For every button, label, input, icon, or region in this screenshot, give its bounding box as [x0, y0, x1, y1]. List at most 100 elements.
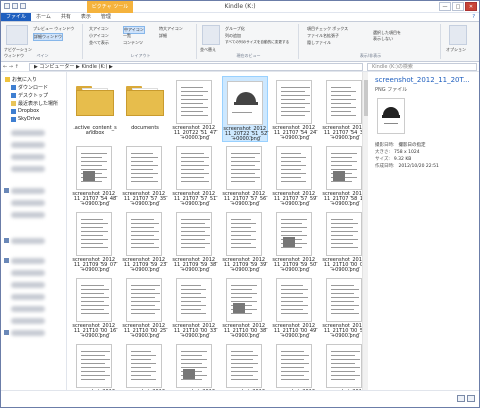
redacted-nav-item[interactable] [11, 200, 45, 206]
list-button[interactable]: 一覧 [123, 33, 131, 39]
sort-icon[interactable] [202, 25, 220, 45]
file-item[interactable]: screenshot_2012_11_21T10_00_38+0900.png [222, 274, 268, 340]
nav-desktop[interactable]: デスクトップ [11, 92, 48, 99]
file-item[interactable]: screenshot_2012_11_21T10_00_05+0900.png [322, 208, 362, 274]
nav-dropbox[interactable]: Dropbox [11, 108, 39, 114]
redacted-nav-item[interactable] [11, 318, 45, 324]
close-button[interactable]: ✕ [465, 2, 477, 11]
options-button[interactable]: オプション [446, 47, 466, 53]
redacted-nav-item[interactable] [11, 258, 45, 264]
redacted-nav-item[interactable] [11, 142, 45, 148]
preview-label: 撮影日時: [375, 143, 395, 148]
content-button[interactable]: コンテンツ [123, 40, 143, 46]
status-bar [1, 390, 479, 407]
group-current-view-label: 現在のビュー [236, 53, 261, 58]
file-name-label: screenshot_2012_11_21T09_59_38+0900.png [172, 257, 218, 273]
file-name-label: screenshot_2012_11_21T10_00_49+0900.png [272, 323, 318, 339]
redacted-nav-item[interactable] [11, 166, 45, 172]
item-checkboxes-toggle[interactable]: 項目チェック ボックス [307, 26, 348, 32]
details-button[interactable]: 詳細 [159, 33, 167, 39]
hide-selected-button[interactable]: 選択した項目を 表示しない [373, 30, 401, 42]
large-icons-button[interactable]: 大アイコン [89, 26, 109, 32]
up-icon[interactable]: ↑ [15, 64, 19, 70]
redacted-nav-item[interactable] [11, 270, 45, 276]
file-item[interactable]: screenshot_2012_11_21T07_54_31+0900.png [322, 76, 362, 142]
tiles-button[interactable]: 並べて表示 [89, 40, 109, 46]
file-item[interactable]: screenshot_2012_11_20T22_51_47+0000.png [172, 76, 218, 142]
help-icon[interactable]: ? [472, 14, 475, 20]
group-panes-label: ペイン [36, 53, 49, 58]
preview-pane-button[interactable]: プレビュー ウィンドウ [33, 26, 74, 32]
tab-manage[interactable]: 管理 [96, 13, 116, 21]
file-item[interactable]: screenshot_2012_11_21T07_57_59+0900.png [272, 142, 318, 208]
file-item[interactable]: screenshot_2012_11_21T10_00_16+0900.png [72, 274, 118, 340]
search-input[interactable]: Kindle (K:)の検索 [367, 63, 477, 71]
tab-file[interactable]: ファイル [1, 13, 32, 21]
extra-large-icons-button[interactable]: 特大アイコン [159, 26, 183, 32]
file-item[interactable]: screenshot_2012_11_21T10_01_32+0900.png [272, 340, 318, 390]
tab-home[interactable]: ホーム [31, 13, 56, 21]
redacted-nav-item[interactable] [11, 154, 45, 160]
file-item[interactable]: screenshot_2012_11_21T09_59_07+0900.png [72, 208, 118, 274]
image-thumbnail [276, 80, 312, 124]
file-item[interactable]: screenshot_2012_11_21T10_00_33+0900.png [172, 274, 218, 340]
file-item[interactable]: screenshot_2012_11_21T07_57_51+0900.png [172, 142, 218, 208]
fit-columns-button[interactable]: すべての列のサイズを自動的に変更する [225, 40, 289, 45]
file-item[interactable]: screenshot_2012_11_21T10_01_14+0900.png [172, 340, 218, 390]
folder-item[interactable]: .active_content_sandbox [72, 76, 118, 142]
file-item[interactable]: screenshot_2012_11_21T10_26_56+0900.png [322, 340, 362, 390]
large-icons-view-icon[interactable] [467, 395, 475, 402]
nav-skydrive[interactable]: SkyDrive [11, 116, 40, 122]
nav-recent[interactable]: 最近表示した場所 [11, 100, 58, 107]
group-by-button[interactable]: グループ化 [225, 26, 245, 32]
file-item[interactable]: screenshot_2012_11_21T10_00_25+0900.png [122, 274, 168, 340]
details-pane-button[interactable]: 詳細ウィンドウ [33, 33, 63, 41]
maximize-button[interactable]: □ [452, 2, 464, 11]
nav-favorites[interactable]: お気に入り [5, 76, 37, 83]
small-icons-button[interactable]: 小アイコン [89, 33, 109, 39]
back-icon[interactable]: ← [3, 64, 7, 70]
file-item[interactable]: screenshot_2012_11_21T07_57_56+0900.png [222, 142, 268, 208]
add-columns-button[interactable]: 列の追加 [225, 33, 241, 39]
options-icon[interactable] [449, 25, 467, 45]
file-name-label: screenshot_2012_11_21T09_59_23+0900.png [122, 257, 168, 273]
hidden-items-toggle[interactable]: 隠しファイル [307, 40, 331, 46]
file-item[interactable]: screenshot_2012_11_21T10_00_56+0900.png [322, 274, 362, 340]
minimize-button[interactable]: — [439, 2, 451, 11]
redacted-nav-item[interactable] [11, 238, 45, 244]
folder-item[interactable]: documents [122, 76, 168, 142]
tab-view[interactable]: 表示 [76, 13, 96, 21]
vertical-scrollbar[interactable] [362, 72, 368, 390]
redacted-nav-item[interactable] [11, 330, 45, 336]
redacted-nav-item[interactable] [11, 294, 45, 300]
file-item[interactable]: screenshot_2012_11_21T10_01_08+0900.png [122, 340, 168, 390]
group-layout-label: レイアウト [130, 53, 151, 58]
nav-downloads[interactable]: ダウンロード [11, 84, 48, 91]
file-view: .active_content_sandbox documents screensh… [68, 72, 362, 390]
file-item[interactable]: screenshot_2012_11_21T07_57_35+0900.png [122, 142, 168, 208]
file-item[interactable]: screenshot_2012_11_20T22_51_52+0000.png [222, 76, 269, 142]
redacted-nav-item[interactable] [11, 282, 45, 288]
file-item[interactable]: screenshot_2012_11_21T10_01_22+0900.png [222, 340, 268, 390]
file-name-label: screenshot_2012_11_20T22_51_52+0000.png [223, 126, 269, 142]
forward-icon[interactable]: → [9, 64, 13, 70]
file-item[interactable]: screenshot_2012_11_21T09_59_50+0900.png [272, 208, 318, 274]
scrollbar-thumb[interactable] [364, 80, 368, 116]
file-item[interactable]: screenshot_2012_11_21T07_54_48+0900.png [72, 142, 118, 208]
file-item[interactable]: screenshot_2012_11_21T07_58_15+0900.png [322, 142, 362, 208]
file-item[interactable]: screenshot_2012_11_21T09_59_23+0900.png [122, 208, 168, 274]
file-item[interactable]: screenshot_2012_11_21T09_59_39+0900.png [222, 208, 268, 274]
file-extensions-toggle[interactable]: ファイル名拡張子 [307, 33, 339, 39]
file-item[interactable]: screenshot_2012_11_21T07_54_24+0900.png [272, 76, 318, 142]
redacted-nav-item[interactable] [11, 306, 45, 312]
navigation-pane-icon[interactable] [6, 25, 28, 45]
file-item[interactable]: screenshot_2012_11_21T09_59_38+0900.png [172, 208, 218, 274]
redacted-nav-item[interactable] [11, 212, 45, 218]
redacted-nav-item[interactable] [11, 130, 45, 136]
file-item[interactable]: screenshot_2012_11_21T10_00_49+0900.png [272, 274, 318, 340]
redacted-nav-item[interactable] [11, 188, 45, 194]
details-view-icon[interactable] [457, 395, 465, 402]
address-field[interactable]: ▶ コンピューター ▶ Kindle (K:) ▶ [29, 63, 363, 71]
file-item[interactable]: screenshot_2012_11_21T10_01_01+0900.png [72, 340, 118, 390]
tab-share[interactable]: 共有 [56, 13, 76, 21]
